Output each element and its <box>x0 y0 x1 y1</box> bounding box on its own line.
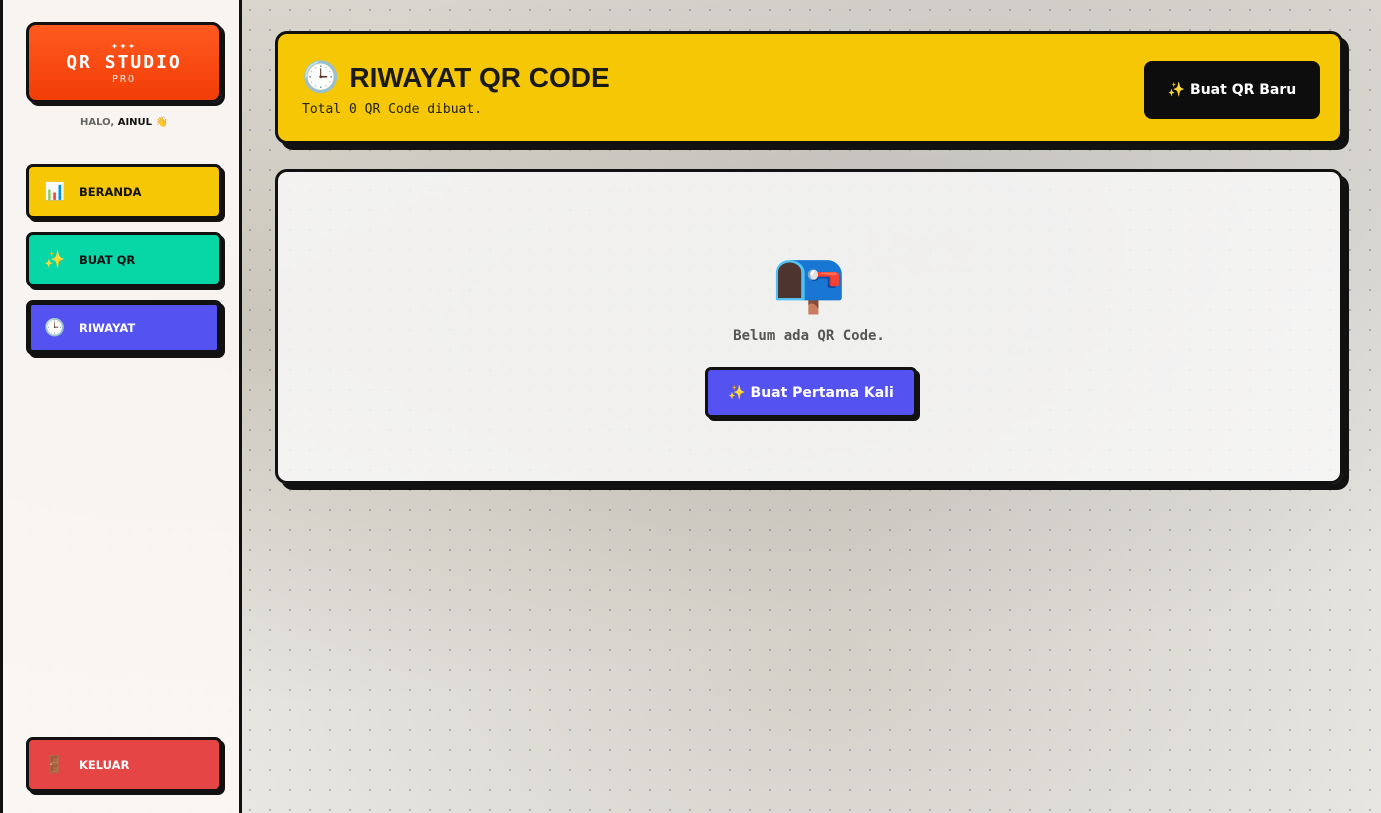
clock-icon: 🕒 <box>44 317 66 338</box>
chart-icon: 📊 <box>44 181 66 202</box>
user-name: AINUL <box>117 117 153 128</box>
sidebar-item-label: BERANDA <box>79 184 142 199</box>
wave-icon: 👋 <box>155 117 168 128</box>
page-title-text: RIWAYAT QR CODE <box>349 61 610 93</box>
door-icon: 🚪 <box>44 754 66 775</box>
empty-state-message: Belum ada QR Code. <box>733 328 885 344</box>
page-title: 🕒 RIWAYAT QR CODE <box>302 60 610 95</box>
app-subtitle: PRO <box>111 73 137 85</box>
create-new-qr-button[interactable]: ✨ Buat QR Baru <box>1144 61 1320 119</box>
greeting-prefix: HALO, <box>80 117 115 128</box>
logout-button[interactable]: 🚪 KELUAR <box>26 737 222 792</box>
mailbox-icon: 📭 <box>771 247 847 317</box>
logo-stars: ✦✦✦ <box>111 38 137 52</box>
history-panel: 📭 Belum ada QR Code. ✨ Buat Pertama Kali <box>275 169 1343 484</box>
qr-count-text: Total 0 QR Code dibuat. <box>302 102 483 117</box>
app-title: QR STUDIO <box>66 51 182 73</box>
sidebar: ✦✦✦ QR STUDIO PRO HALO, AINUL 👋 📊 BERAND… <box>0 0 242 813</box>
sidebar-item-label: RIWAYAT <box>79 320 136 335</box>
sidebar-item-riwayat[interactable]: 🕒 RIWAYAT <box>26 300 222 355</box>
page-header: 🕒 RIWAYAT QR CODE Total 0 QR Code dibuat… <box>275 31 1343 144</box>
app-logo[interactable]: ✦✦✦ QR STUDIO PRO <box>26 22 222 103</box>
sidebar-item-beranda[interactable]: 📊 BERANDA <box>26 164 222 219</box>
user-greeting: HALO, AINUL 👋 <box>26 117 222 128</box>
sidebar-item-buat-qr[interactable]: ✨ BUAT QR <box>26 232 222 287</box>
sparkles-icon: ✨ <box>44 249 66 270</box>
create-first-qr-button[interactable]: ✨ Buat Pertama Kali <box>705 367 917 418</box>
sidebar-item-label: BUAT QR <box>79 252 136 267</box>
logout-label: KELUAR <box>79 757 130 772</box>
clock-icon: 🕒 <box>302 61 340 94</box>
